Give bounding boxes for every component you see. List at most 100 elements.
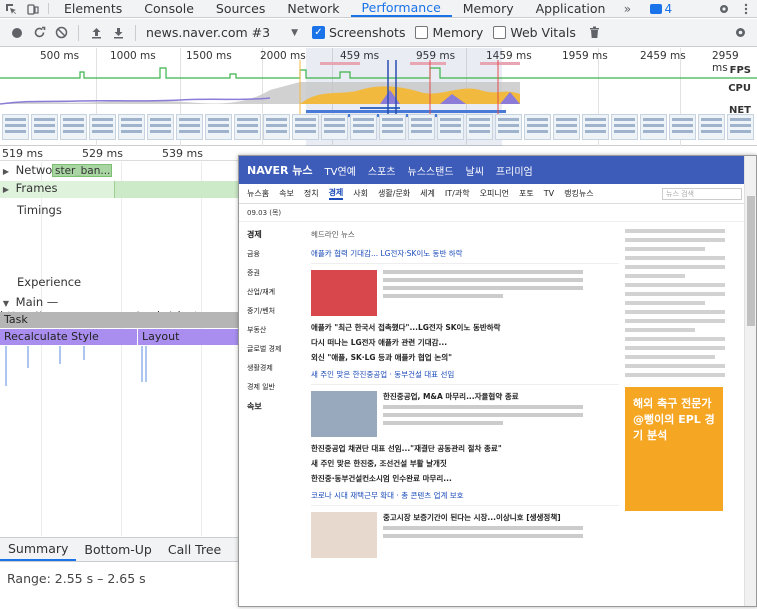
inspect-element-icon[interactable] — [0, 0, 22, 17]
flame-tick: 519 ms — [2, 147, 43, 160]
tab-summary[interactable]: Summary — [0, 538, 77, 561]
naver-menu-item: 오피니언 — [479, 189, 510, 198]
timings-track[interactable]: Timings — [0, 203, 240, 219]
naver-advertisement: 해외 축구 전문가 @뻥이의 EPL 경기 분석 — [625, 387, 723, 511]
naver-top-menu-item: 프리미엄 — [495, 166, 533, 178]
naver-headline: 코로나 시대 재택근무 확대 · 총 콘텐츠 업계 보호 — [311, 490, 619, 506]
screenshot-thumbnail[interactable] — [147, 114, 174, 140]
screenshot-thumbnail[interactable] — [31, 114, 58, 140]
screenshot-thumbnail[interactable] — [408, 114, 435, 140]
screenshot-thumbnail[interactable] — [524, 114, 551, 140]
thread-ticks — [5, 346, 147, 386]
tab-memory[interactable]: Memory — [452, 0, 525, 17]
cpu-graph — [0, 82, 520, 105]
naver-article-title: 한진중공업, M&A 마무리...자율협약 종료 — [383, 392, 519, 401]
naver-menu-item: 생활/문화 — [378, 189, 411, 198]
expand-triangle-icon[interactable]: ▶ — [0, 185, 12, 194]
screenshot-thumbnail[interactable] — [321, 114, 348, 140]
screenshot-thumbnail[interactable] — [263, 114, 290, 140]
naver-menu-item: 세계 — [420, 189, 435, 198]
device-toolbar-icon[interactable] — [22, 0, 44, 17]
details-tab-bar: Summary Bottom-Up Call Tree Eve — [0, 537, 260, 562]
fps-lane-label: FPS — [729, 65, 751, 76]
reload-icon — [34, 26, 45, 38]
screenshot-thumbnail[interactable] — [495, 114, 522, 140]
main-thread-track[interactable]: ▼ Main — https://news.naver.com/main/clu… — [0, 295, 240, 323]
profile-select[interactable]: news.naver.com #3 ▼ — [142, 25, 302, 40]
naver-top-menu-item: 스포츠 — [367, 166, 396, 178]
screenshot-thumbnail[interactable] — [118, 114, 145, 140]
screenshots-checkbox[interactable]: ✓ Screenshots — [312, 25, 405, 40]
naver-article: 중고시장 보증기간이 된다는 시장...이상니호 [생생정책] — [311, 512, 619, 558]
flame-tick: 529 ms — [82, 147, 123, 160]
tab-sources[interactable]: Sources — [205, 0, 276, 17]
toolbar-divider — [135, 24, 136, 41]
screenshot-thumbnail[interactable] — [89, 114, 116, 140]
tab-call-tree[interactable]: Call Tree — [160, 538, 229, 561]
performance-toolbar: news.naver.com #3 ▼ ✓ Screenshots Memory… — [0, 19, 757, 47]
memory-checkbox[interactable]: Memory — [415, 25, 483, 40]
toolbar-divider — [78, 24, 79, 41]
cpu-lane-label: CPU — [728, 83, 751, 94]
naver-article-row: 한진중공업 채권단 대표 선임..."재결단 공동관리 절차 종료" — [311, 444, 502, 453]
timeline-overview[interactable]: 500 ms 1000 ms 1500 ms 2000 ms 459 ms 95… — [0, 48, 757, 146]
screenshot-thumbnail[interactable] — [640, 114, 667, 140]
naver-top-menu-item: 날씨 — [465, 166, 484, 178]
collect-garbage-button[interactable] — [584, 22, 606, 44]
naver-article-row: 다시 떠나는 LG전자 애플카 관련 기대감... — [311, 338, 448, 347]
naver-left-nav-item: 속보 — [247, 402, 262, 411]
experience-track[interactable]: Experience — [0, 275, 240, 291]
naver-headline: 애플카 협력 기대감... LG전자·SK이노 동반 하락 — [311, 248, 619, 264]
article-thumbnail — [311, 391, 377, 437]
collapse-triangle-icon[interactable]: ▼ — [0, 299, 12, 308]
screenshot-thumbnail[interactable] — [379, 114, 406, 140]
naver-right-column: 해외 축구 전문가 @뻥이의 EPL 경기 분석 — [619, 223, 756, 606]
load-profile-button[interactable] — [85, 22, 107, 44]
web-vitals-checkbox[interactable]: Web Vitals — [493, 25, 576, 40]
toolbar-divider — [48, 3, 49, 14]
screenshot-thumbnail[interactable] — [582, 114, 609, 140]
expand-triangle-icon[interactable]: ▶ — [0, 167, 12, 176]
layout-bar[interactable]: Layout — [138, 329, 240, 345]
reload-record-button[interactable] — [28, 22, 50, 44]
naver-menu-item: 랭킹뉴스 — [564, 189, 594, 198]
naver-top-menu-item: 뉴스스탠드 — [407, 166, 454, 178]
screenshot-thumbnail[interactable] — [727, 114, 754, 140]
save-profile-button[interactable] — [107, 22, 129, 44]
screenshot-thumbnail[interactable] — [466, 114, 493, 140]
naver-menu-item-active: 경제 — [328, 187, 344, 200]
screenshot-thumbnail[interactable] — [60, 114, 87, 140]
tab-network[interactable]: Network — [276, 0, 350, 17]
frame-bar[interactable] — [114, 181, 240, 198]
screenshot-thumbnail[interactable] — [698, 114, 725, 140]
record-button[interactable] — [6, 22, 28, 44]
screenshot-thumbnail[interactable] — [292, 114, 319, 140]
tab-bottom-up[interactable]: Bottom-Up — [76, 538, 159, 561]
network-track[interactable]: ▶ Network ster_ban... — [0, 163, 240, 179]
screenshot-thumbnail[interactable] — [350, 114, 377, 140]
more-tabs-button[interactable]: » — [616, 0, 638, 17]
naver-left-nav-item: 금융 — [247, 250, 260, 258]
screenshot-thumbnail[interactable] — [553, 114, 580, 140]
screenshot-thumbnail[interactable] — [669, 114, 696, 140]
task-bar[interactable]: Task — [0, 312, 240, 328]
tab-application[interactable]: Application — [525, 0, 617, 17]
clear-button[interactable] — [50, 22, 72, 44]
capture-settings-gear-icon[interactable] — [729, 22, 751, 44]
tab-performance[interactable]: Performance — [350, 0, 452, 17]
naver-article — [311, 270, 619, 316]
screenshot-thumbnail[interactable] — [611, 114, 638, 140]
screenshot-thumbnail[interactable] — [234, 114, 261, 140]
tab-console[interactable]: Console — [133, 0, 205, 17]
screenshot-thumbnail[interactable] — [437, 114, 464, 140]
network-request-bar[interactable]: ster_ban... — [52, 164, 112, 177]
tab-elements[interactable]: Elements — [53, 0, 133, 17]
kebab-menu-icon[interactable] — [735, 0, 757, 17]
naver-article-row: 외신 "애플, SK·LG 등과 애플카 협업 논의" — [311, 353, 453, 362]
recalc-style-bar[interactable]: Recalculate Style — [0, 329, 137, 345]
screenshot-thumbnail[interactable] — [2, 114, 29, 140]
settings-gear-icon[interactable] — [713, 0, 735, 17]
issues-badge[interactable]: 4 — [646, 0, 676, 17]
screenshot-thumbnail[interactable] — [205, 114, 232, 140]
screenshot-thumbnail[interactable] — [176, 114, 203, 140]
